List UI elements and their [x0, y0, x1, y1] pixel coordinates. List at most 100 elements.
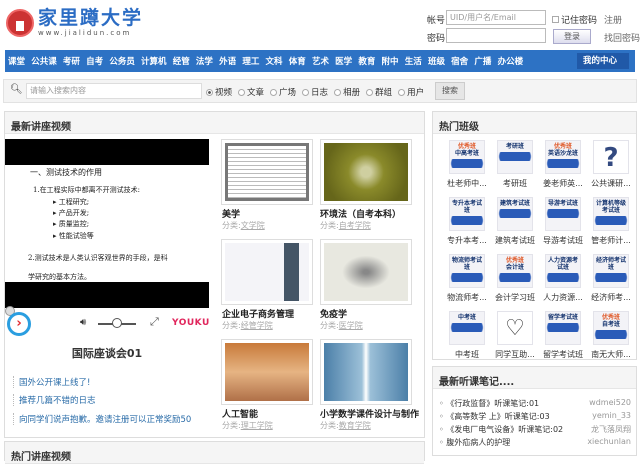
search-option-article[interactable]: 文章: [238, 86, 264, 98]
class-item[interactable]: 人力资源考试班 人力资源...: [539, 254, 587, 303]
video-thumbnail[interactable]: [320, 239, 412, 305]
class-icon: 计算机等级考试班: [593, 197, 629, 231]
featured-video-title[interactable]: 国际座谈会01: [0, 345, 214, 361]
class-item[interactable]: 中考班 中考班: [443, 311, 491, 360]
video-title[interactable]: 免疫学: [320, 307, 347, 320]
class-name: 经济师考...: [591, 293, 631, 302]
password-label: 密码: [427, 34, 446, 44]
volume-knob[interactable]: [112, 318, 122, 328]
class-item[interactable]: 经济师考试班 经济师考...: [587, 254, 635, 303]
video-category: 分类:教育学院: [320, 421, 371, 430]
class-item[interactable]: 建筑考试班 建筑考试班: [491, 197, 539, 246]
class-item[interactable]: 专升本考试班 专升本考...: [443, 197, 491, 246]
video-thumbnail[interactable]: [221, 139, 313, 205]
video-thumbnail[interactable]: [221, 339, 313, 405]
nav-item[interactable]: 课堂: [8, 55, 25, 67]
slide-heading: 一、测试技术的作用: [30, 168, 102, 177]
volume-icon[interactable]: 🔊︎: [80, 317, 86, 328]
youku-play-icon[interactable]: ›: [7, 312, 31, 336]
nav-item[interactable]: 公共课: [31, 55, 57, 67]
class-item[interactable]: 优秀班 自考班 南无大师...: [587, 311, 635, 360]
nav-item[interactable]: 公务员: [109, 55, 135, 67]
class-name: 人力资源...: [543, 293, 583, 302]
class-name: 会计学习班: [495, 293, 535, 302]
video-thumbnail[interactable]: [320, 139, 412, 205]
main-nav: 课堂 公共课 考研 自考 公务员 计算机 经管 法学 外语 理工 文科 体育 艺术 医学 教育 附中 生活 班级宿…: [5, 50, 635, 82]
class-icon: 优秀班 英语沙龙班: [545, 140, 581, 174]
youku-logo: YOUKU: [172, 318, 210, 328]
password-input[interactable]: [446, 28, 546, 43]
account-input[interactable]: UID/用户名/Email: [446, 10, 546, 25]
search-option-group[interactable]: 群组: [366, 86, 392, 98]
class-item[interactable]: 物流师考试班 物流师考...: [443, 254, 491, 303]
class-item[interactable]: 导游考试班 导游考试班: [539, 197, 587, 246]
class-name: 考研班: [503, 179, 527, 188]
nav-item[interactable]: 经管: [173, 55, 190, 67]
class-icon: 考研班: [497, 140, 533, 174]
nav-item[interactable]: 考研: [63, 55, 80, 67]
video-title[interactable]: 企业电子商务管理: [222, 307, 294, 320]
note-item[interactable]: ◦ 《发电厂电气设备》听课笔记:02 龙飞落凤翔: [439, 424, 631, 435]
nav-item[interactable]: 附中: [382, 55, 399, 67]
class-item[interactable]: 优秀班 英语沙龙班姜老师英...: [539, 140, 587, 189]
nav-item[interactable]: 班级: [428, 55, 445, 67]
nav-item[interactable]: 广播: [474, 55, 491, 67]
fullscreen-icon[interactable]: ⤢: [150, 315, 159, 329]
class-item[interactable]: 考研班 考研班: [491, 140, 539, 189]
nav-item[interactable]: 办公楼: [498, 55, 524, 67]
class-icon: 优秀班 会计班: [497, 254, 533, 288]
class-item[interactable]: 留学考试班 留学考试班: [539, 311, 587, 360]
forgot-password-link[interactable]: 找回密码: [604, 31, 640, 44]
site-name: 家里蹲大学: [38, 7, 144, 29]
site-logo[interactable]: 家里蹲大学 www.jialidun.com: [6, 8, 143, 38]
nav-item[interactable]: 宿舍: [451, 55, 468, 67]
nav-item[interactable]: 体育: [289, 55, 306, 67]
class-item[interactable]: ? 公共课研...: [587, 140, 635, 189]
my-center-dropdown[interactable]: 我的中心 ▾: [577, 53, 629, 82]
video-thumbnail[interactable]: [320, 339, 412, 405]
search-button[interactable]: 搜索: [435, 82, 465, 100]
video-player[interactable]: 一、测试技术的作用 1.在工程实际中都离不开测试技术: ▸ 工程研究; ▸ 产品…: [5, 165, 209, 282]
class-item[interactable]: 计算机等级考试班管老师计...: [587, 197, 635, 246]
note-item[interactable]: ◦ 《高等数学 上》听课笔记:03 yemin_33: [439, 411, 631, 422]
announcement-link[interactable]: 推荐几篇不错的日志: [13, 394, 96, 406]
nav-item[interactable]: 法学: [196, 55, 213, 67]
class-name: 管老师计...: [591, 236, 631, 245]
video-title[interactable]: 环境法（自考本科）: [320, 207, 401, 220]
class-icon: 物流师考试班: [449, 254, 485, 288]
class-item[interactable]: 优秀班 会计班会计学习班: [491, 254, 539, 303]
nav-item[interactable]: 自考: [86, 55, 103, 67]
class-icon: 优秀班 自考班: [593, 311, 629, 345]
nav-item[interactable]: 外语: [219, 55, 236, 67]
video-title[interactable]: 小学数学课件设计与制作: [320, 407, 419, 420]
search-input[interactable]: 请输入搜索内容: [26, 83, 202, 99]
class-name: 建筑考试班: [495, 236, 535, 245]
search-option-blog[interactable]: 日志: [302, 86, 328, 98]
class-item[interactable]: ♡ 同学互助...: [491, 311, 539, 360]
class-item[interactable]: 优秀班 中高考班 杜老师中...: [443, 140, 491, 189]
class-icon: 中考班: [449, 311, 485, 345]
nav-item[interactable]: 医学: [335, 55, 352, 67]
nav-item[interactable]: 理工: [242, 55, 259, 67]
panel-title: 热门讲座视频: [5, 442, 424, 464]
nav-item[interactable]: 文科: [266, 55, 283, 67]
nav-item[interactable]: 生活: [405, 55, 422, 67]
search-option-video[interactable]: 视频: [206, 86, 232, 98]
video-thumbnail[interactable]: [221, 239, 313, 305]
note-item[interactable]: ◦ 《行政监督》听课笔记:01 wdmei520: [439, 398, 631, 409]
register-link[interactable]: 注册: [604, 13, 622, 26]
note-item[interactable]: ◦ 腹外疝病人的护理 xiechunlan: [439, 437, 631, 448]
nav-item[interactable]: 教育: [358, 55, 375, 67]
search-option-square[interactable]: 广场: [270, 86, 296, 98]
nav-item[interactable]: 计算机: [141, 55, 167, 67]
login-button[interactable]: 登录: [553, 29, 591, 44]
announcement-link[interactable]: 向同学们说声抱歉。邀请注册可以正常奖励50: [13, 413, 191, 425]
search-option-album[interactable]: 相册: [334, 86, 360, 98]
announcement-link[interactable]: 国外公开课上线了!: [13, 376, 90, 388]
video-title[interactable]: 美学: [222, 207, 240, 220]
class-name: 姜老师英...: [543, 179, 583, 188]
nav-item[interactable]: 艺术: [312, 55, 329, 67]
search-option-user[interactable]: 用户: [398, 86, 424, 98]
remember-checkbox[interactable]: 记住密码: [552, 13, 597, 26]
video-title[interactable]: 人工智能: [222, 407, 258, 420]
